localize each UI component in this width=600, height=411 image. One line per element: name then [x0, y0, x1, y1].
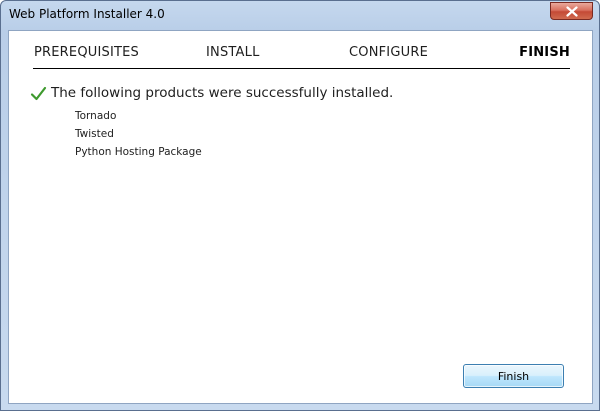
step-finish: FINISH: [519, 45, 570, 60]
step-indicator: PREREQUISITES INSTALL CONFIGURE FINISH: [33, 43, 570, 69]
step-prerequisites: PREREQUISITES: [34, 45, 140, 60]
step-install: INSTALL: [206, 45, 260, 60]
installer-window: Web Platform Installer 4.0 PREREQUISITES…: [0, 0, 600, 411]
status-message: The following products were successfully…: [51, 85, 394, 101]
checkmark-icon: [30, 86, 47, 100]
window-title: Web Platform Installer 4.0: [9, 7, 165, 21]
title-bar[interactable]: Web Platform Installer 4.0: [1, 1, 599, 29]
list-item: Twisted: [75, 128, 114, 140]
installed-products-list: Tornado Twisted Python Hosting Package: [75, 107, 202, 161]
content-panel: PREREQUISITES INSTALL CONFIGURE FINISH T…: [8, 30, 593, 404]
close-icon: [565, 5, 578, 17]
finish-button[interactable]: Finish: [463, 364, 564, 388]
list-item: Python Hosting Package: [75, 146, 202, 158]
close-button[interactable]: [550, 2, 593, 20]
list-item: Tornado: [75, 110, 117, 122]
status-row: The following products were successfully…: [30, 82, 393, 104]
step-configure: CONFIGURE: [349, 45, 428, 60]
